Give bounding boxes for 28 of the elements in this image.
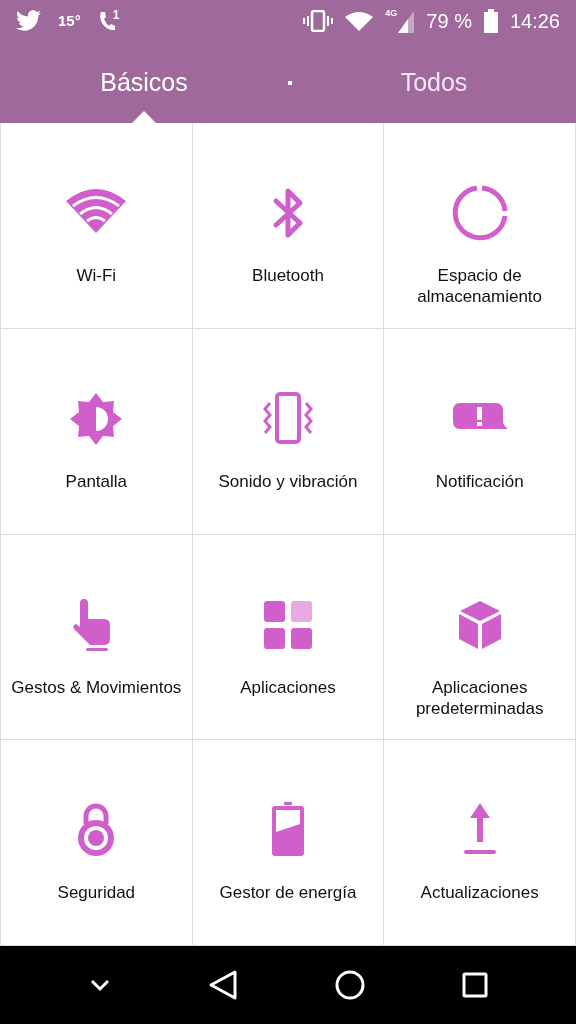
settings-tile[interactable]: Espacio de almacenamiento: [384, 123, 576, 329]
tab[interactable]: Básicos: [0, 42, 288, 123]
settings-tile[interactable]: Aplicaciones: [192, 534, 385, 741]
settings-tile[interactable]: Notificación: [384, 328, 576, 535]
recents-icon[interactable]: [461, 972, 488, 998]
settings-tile[interactable]: Actualizaciones: [384, 740, 576, 946]
battery-icon: [483, 9, 498, 33]
signal-icon: [398, 9, 415, 33]
bird-icon: [16, 10, 42, 32]
settings-tile[interactable]: Pantalla: [1, 328, 193, 535]
battery-percent: 79 %: [426, 9, 472, 34]
settings-tile[interactable]: Gestor de energía: [192, 740, 385, 946]
wifi-icon: [345, 11, 374, 31]
chevron-down-icon[interactable]: [88, 978, 111, 992]
home-icon[interactable]: [334, 970, 365, 1000]
back-icon[interactable]: [207, 969, 238, 1001]
settings-tile[interactable]: Aplicaciones predeterminadas: [384, 534, 576, 741]
settings-tile[interactable]: Bluetooth: [192, 123, 385, 329]
network-type-label: 4G: [385, 9, 398, 18]
settings-tile[interactable]: Sonido y vibración: [192, 328, 385, 535]
settings-tile[interactable]: Gestos & Movimientos: [1, 534, 193, 741]
settings-tile[interactable]: Seguridad: [1, 740, 193, 946]
settings-tile[interactable]: Wi-Fi: [1, 123, 193, 329]
call-count-label: 1: [112, 9, 120, 21]
selected-tab-indicator: [132, 111, 156, 123]
clock: 14:26: [509, 9, 560, 34]
temperature: 15°: [58, 10, 81, 31]
vibrate-icon: [303, 10, 334, 32]
